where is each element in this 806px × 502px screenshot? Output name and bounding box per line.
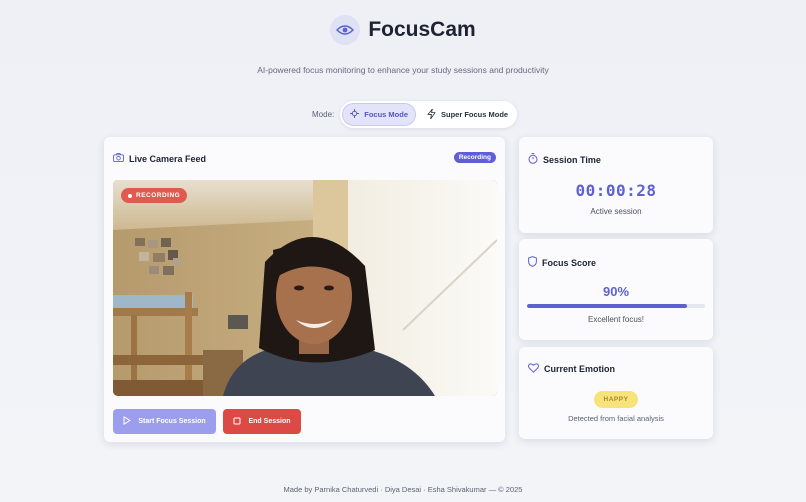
record-dot-icon [128,193,132,198]
emotion-title: Current Emotion [528,363,615,375]
emotion-card: Current Emotion HAPPY Detected from faci… [519,347,713,439]
focus-score-bar [527,304,705,308]
play-icon [123,416,131,427]
end-button-label: End Session [248,418,291,425]
super-focus-mode-button[interactable]: Super Focus Mode [420,104,515,126]
camera-card-title: Live Camera Feed [113,153,206,164]
camera-frame-image [113,180,497,396]
focus-score-card: Focus Score 90% Excellent focus! [519,239,713,340]
footer-credits: Made by Parnika Chaturvedi · Diya Desai … [283,485,523,494]
focus-score-bar-fill [527,304,688,308]
session-time-card: Session Time 00:00:28 Active session [519,137,713,233]
focus-score-title: Focus Score [528,256,596,269]
start-button-label: Start Focus Session [138,418,206,425]
camera-icon [113,153,124,164]
emotion-caption: Detected from facial analysis [568,414,664,423]
focus-score-title-text: Focus Score [542,257,597,268]
focus-score-message: Excellent focus! [587,315,645,324]
session-status: Active session [590,207,642,216]
crosshair-icon [350,109,360,120]
app-subtitle: AI-powered focus monitoring to enhance y… [257,65,549,75]
camera-title-text: Live Camera Feed [129,153,207,164]
mode-toggle-group: Focus Mode Super Focus Mode [340,101,518,128]
eye-logo-icon [330,15,361,45]
focus-mode-label: Focus Mode [364,110,408,119]
start-focus-session-button[interactable]: Start Focus Session [113,409,216,434]
app-title: FocusCam [368,18,476,41]
camera-card: Live Camera Feed Recording RECORDING Sta… [104,137,505,442]
focus-score-value: 90% [602,284,630,299]
focus-mode-button[interactable]: Focus Mode [342,103,416,126]
session-time-title: Session Time [528,153,601,166]
session-timer: 00:00:28 [575,181,657,200]
emotion-title-text: Current Emotion [544,364,615,374]
emotion-badge: HAPPY [594,391,638,408]
lightning-icon [427,108,436,121]
recording-chip-label: RECORDING [136,192,181,199]
mode-selector: Mode: Focus Mode Super Focus Mode [312,101,518,128]
session-time-title-text: Session Time [543,154,601,165]
shield-icon [528,256,537,269]
mode-label: Mode: [312,110,335,119]
end-session-button[interactable]: End Session [223,409,301,434]
stopwatch-icon [528,153,538,166]
stop-icon [233,417,241,427]
recording-status-badge: Recording [453,152,496,163]
heart-icon [528,363,539,375]
super-focus-mode-label: Super Focus Mode [441,110,509,119]
recording-chip: RECORDING [121,188,188,203]
live-camera-feed: RECORDING [113,180,497,396]
app-header: FocusCam [0,15,806,45]
